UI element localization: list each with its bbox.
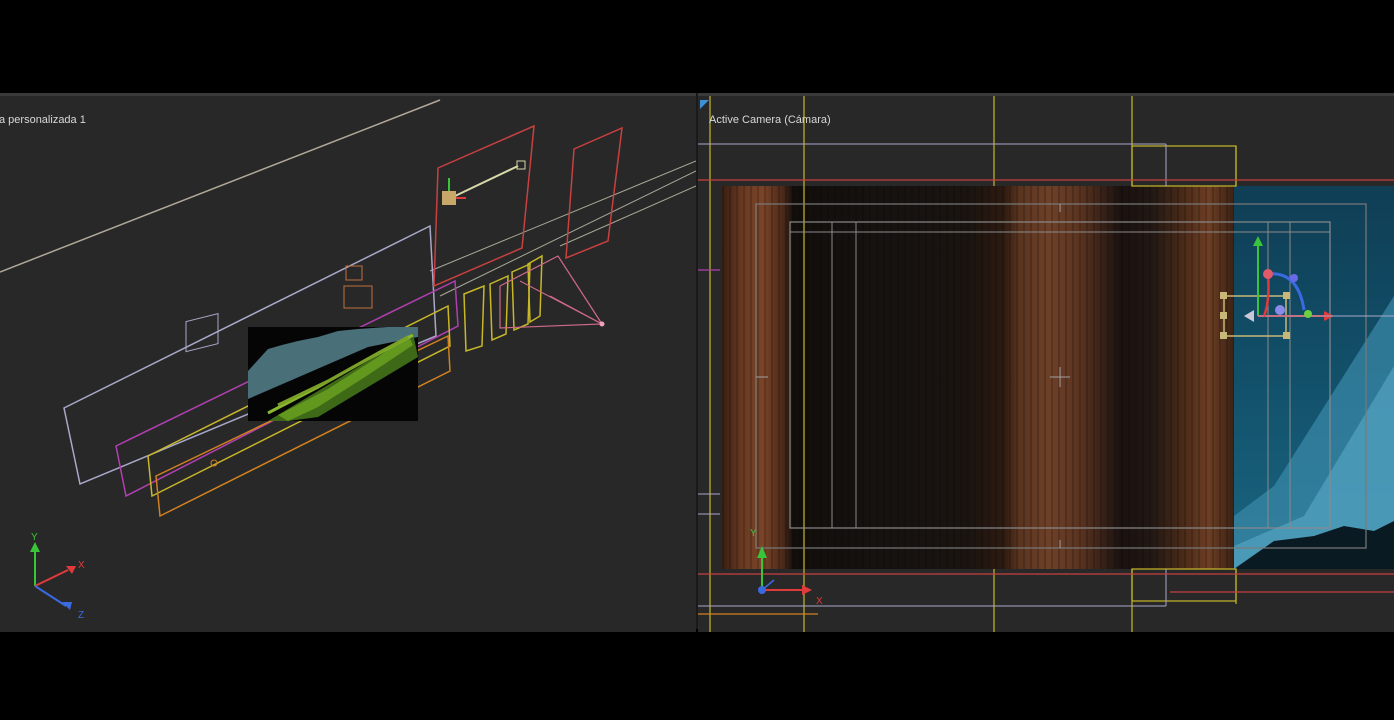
light-beam bbox=[454, 165, 519, 197]
camera-frustum bbox=[499, 255, 604, 329]
action-safe-frame bbox=[755, 203, 1367, 549]
footage-preview-thumbnail bbox=[248, 327, 418, 421]
axis-label-y: Y bbox=[31, 532, 38, 543]
red-frame-1 bbox=[433, 124, 535, 288]
frustum-edge-2 bbox=[549, 295, 603, 325]
custom-view-viewport[interactable]: a personalizada 1 Y X Z bbox=[0, 93, 696, 632]
plane-cutout bbox=[185, 313, 219, 353]
light-gizmo bbox=[442, 191, 456, 205]
rail-line-3 bbox=[559, 185, 696, 247]
axis-label-z: Z bbox=[78, 610, 84, 621]
card-2 bbox=[489, 274, 509, 342]
rail-line-1 bbox=[429, 160, 696, 272]
active-camera-viewport[interactable]: Active Camera (Cámara) Y X bbox=[698, 93, 1394, 632]
axis-label-x: X bbox=[78, 560, 85, 571]
application-window: a personalizada 1 Y X Z Active Camera (C… bbox=[0, 0, 1394, 720]
prop-box-2 bbox=[343, 285, 373, 309]
transform-gizmo bbox=[1220, 236, 1394, 339]
card-1 bbox=[463, 284, 485, 353]
camera-overlay-wireframe: Y X bbox=[698, 96, 1394, 632]
view-axis-gizmo: Y X Z bbox=[30, 532, 85, 621]
prop-box-1 bbox=[345, 265, 363, 281]
red-frame-2 bbox=[565, 126, 623, 260]
camera-axis-label-y: Y bbox=[750, 528, 757, 539]
light-handle bbox=[516, 160, 526, 170]
camera-axis-label-x: X bbox=[816, 596, 823, 607]
camera-axis-gizmo: Y X bbox=[750, 528, 823, 607]
active-viewport-flag-icon bbox=[700, 100, 709, 109]
camera-node bbox=[599, 321, 605, 327]
card-3 bbox=[511, 262, 531, 332]
viewport-label-custom-view[interactable]: a personalizada 1 bbox=[0, 114, 86, 126]
viewport-label-active-camera[interactable]: Active Camera (Cámara) bbox=[709, 114, 831, 126]
